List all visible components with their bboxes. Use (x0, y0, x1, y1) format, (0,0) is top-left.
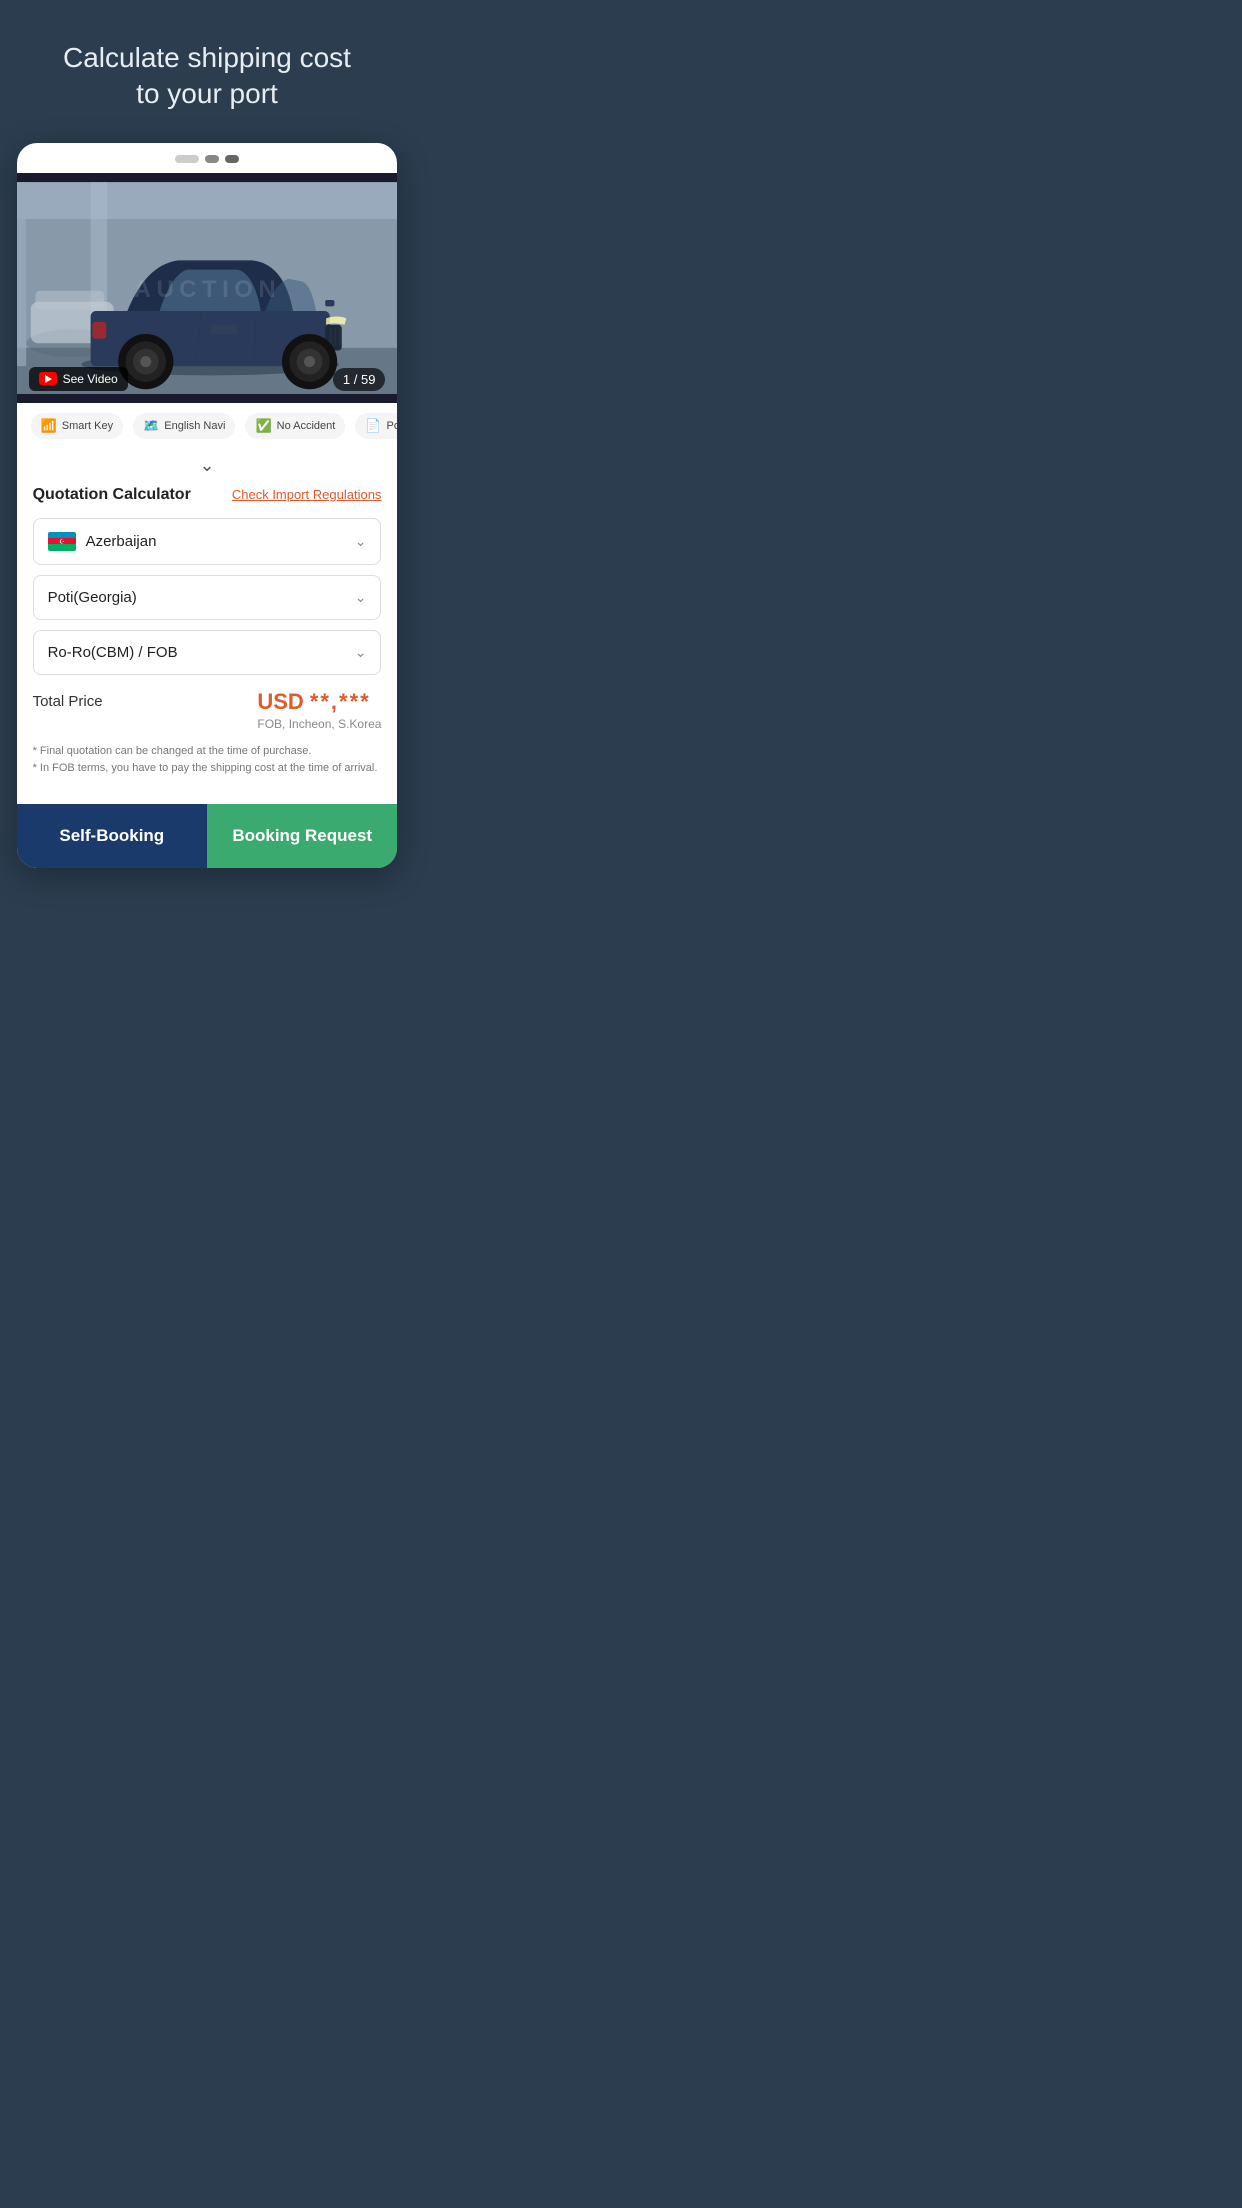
feature-no-accident: ✅ No Accident (245, 413, 345, 439)
price-masked-amount: **,*** (310, 689, 371, 715)
disclaimer-line1: * Final quotation can be changed at the … (33, 743, 382, 761)
flag-crescent-star: ☪ (48, 538, 76, 544)
feature-polic-label: Polic... (387, 420, 398, 432)
shipping-type-dropdown[interactable]: Ro-Ro(CBM) / FOB ⌄ (33, 630, 382, 675)
feature-no-accident-label: No Accident (277, 420, 336, 432)
port-dropdown[interactable]: Poti(Georgia) ⌄ (33, 575, 382, 620)
shipping-type-dropdown-content: Ro-Ro(CBM) / FOB (48, 644, 178, 661)
shipping-type-chevron-icon: ⌄ (355, 644, 367, 661)
disclaimer-text: * Final quotation can be changed at the … (33, 743, 382, 778)
self-booking-button[interactable]: Self-Booking (17, 804, 207, 868)
total-price-section: Total Price USD **,*** FOB, Incheon, S.K… (33, 689, 382, 731)
quotation-section: Quotation Calculator Check Import Regula… (17, 486, 398, 804)
feature-english-navi: 🗺️ English Navi (133, 413, 235, 439)
carousel-dot-active1 (205, 155, 219, 163)
main-card: AUCTION See Video 1 / 59 📶 Smart Key 🗺️ … (17, 143, 398, 868)
youtube-icon (39, 372, 57, 385)
carousel-dots (17, 143, 398, 173)
flag-green-stripe (48, 544, 76, 550)
image-counter: 1 / 59 (333, 368, 386, 391)
see-video-button[interactable]: See Video (29, 367, 128, 391)
quotation-title: Quotation Calculator (33, 486, 191, 504)
disclaimer-line2: * In FOB terms, you have to pay the ship… (33, 760, 382, 778)
quotation-header: Quotation Calculator Check Import Regula… (33, 486, 382, 504)
country-value: Azerbaijan (86, 533, 157, 550)
country-dropdown[interactable]: ☪ Azerbaijan ⌄ (33, 518, 382, 565)
header-section: Calculate shipping cost to your port (43, 0, 371, 143)
carousel-dot-inactive (175, 155, 199, 163)
country-dropdown-content: ☪ Azerbaijan (48, 532, 157, 551)
price-right: USD **,*** FOB, Incheon, S.Korea (257, 689, 381, 731)
port-chevron-icon: ⌄ (355, 589, 367, 606)
flag-red-stripe: ☪ (48, 538, 76, 544)
feature-smart-key-label: Smart Key (62, 420, 113, 432)
page-title: Calculate shipping cost to your port (63, 40, 351, 113)
feature-english-navi-label: English Navi (164, 420, 225, 432)
check-import-link[interactable]: Check Import Regulations (232, 487, 382, 502)
port-value: Poti(Georgia) (48, 589, 137, 606)
youtube-play-icon (45, 375, 52, 383)
price-display: USD **,*** (257, 689, 381, 715)
carousel-dot-active2 (225, 155, 239, 163)
country-chevron-icon: ⌄ (355, 533, 367, 550)
feature-polic: 📄 Polic... (355, 413, 397, 439)
svg-text:☪: ☪ (59, 539, 64, 545)
chevron-down-icon: ⌄ (199, 455, 214, 475)
booking-request-button[interactable]: Booking Request (207, 804, 397, 868)
svg-text:AUCTION: AUCTION (133, 276, 281, 303)
usd-currency-label: USD (257, 689, 303, 715)
azerbaijan-flag-icon: ☪ (48, 532, 76, 551)
port-dropdown-content: Poti(Georgia) (48, 589, 137, 606)
total-price-label: Total Price (33, 689, 103, 710)
car-image-container: AUCTION See Video 1 / 59 (17, 173, 398, 403)
shipping-type-value: Ro-Ro(CBM) / FOB (48, 644, 178, 661)
page-wrapper: Calculate shipping cost to your port (0, 0, 414, 868)
features-bar: 📶 Smart Key 🗺️ English Navi ✅ No Acciden… (17, 403, 398, 449)
feature-smart-key: 📶 Smart Key (31, 413, 124, 439)
bottom-buttons: Self-Booking Booking Request (17, 804, 398, 868)
price-sublabel: FOB, Incheon, S.Korea (257, 717, 381, 731)
expand-button[interactable]: ⌄ (17, 449, 398, 486)
see-video-label: See Video (63, 372, 118, 386)
